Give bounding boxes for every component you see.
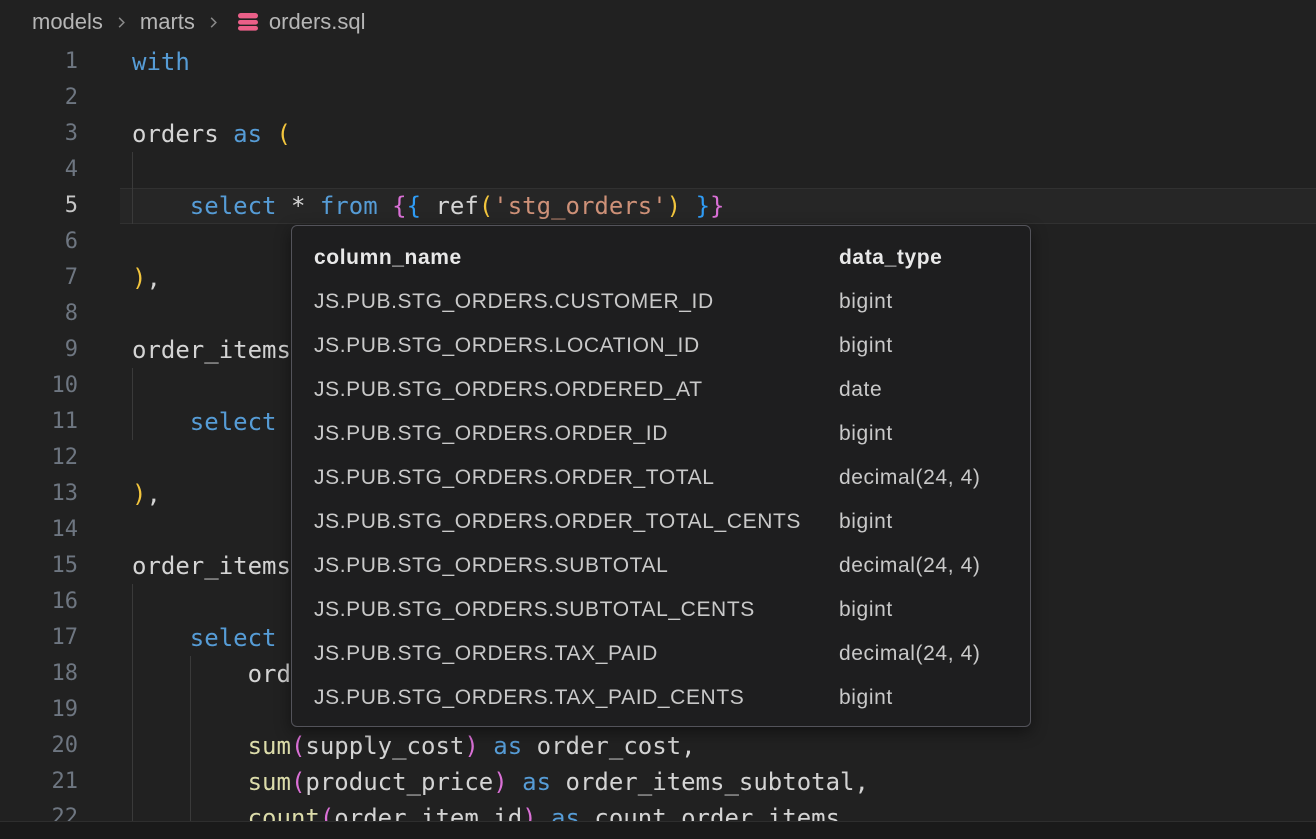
code-text[interactable]: ), [132,476,161,512]
column-info-popup: column_name data_type JS.PUB.STG_ORDERS.… [291,225,1031,727]
indent-guide [132,368,133,404]
popup-row: JS.PUB.STG_ORDERS.ORDERED_ATdate [292,368,1030,412]
code-text[interactable]: ord [132,656,291,692]
popup-row: JS.PUB.STG_ORDERS.ORDER_TOTALdecimal(24,… [292,456,1030,500]
popup-row: JS.PUB.STG_ORDERS.SUBTOTAL_CENTSbigint [292,588,1030,632]
code-text[interactable]: order_items [132,332,291,368]
popup-cell-column-name: JS.PUB.STG_ORDERS.SUBTOTAL [314,544,839,588]
popup-cell-data-type: bigint [839,500,893,544]
line-number[interactable]: 4 [0,152,78,188]
line-number[interactable]: 18 [0,656,78,692]
popup-cell-column-name: JS.PUB.STG_ORDERS.ORDER_TOTAL [314,456,839,500]
code-line[interactable]: 5 select * from {{ ref('stg_orders') }} [0,188,1316,224]
popup-cell-column-name: JS.PUB.STG_ORDERS.SUBTOTAL_CENTS [314,588,839,632]
breadcrumb-item-models[interactable]: models [32,9,103,35]
code-line[interactable]: 2 [0,80,1316,116]
popup-cell-data-type: bigint [839,412,893,456]
popup-header-column-name: column_name [314,236,839,280]
code-text[interactable]: count(order_item_id) as count_order_item… [132,800,840,821]
line-number[interactable]: 5 [0,188,78,224]
popup-cell-data-type: decimal(24, 4) [839,544,980,588]
popup-header-data-type: data_type [839,236,942,280]
popup-row: JS.PUB.STG_ORDERS.CUSTOMER_IDbigint [292,280,1030,324]
popup-row: JS.PUB.STG_ORDERS.ORDER_TOTAL_CENTSbigin… [292,500,1030,544]
code-line[interactable]: 21 sum(product_price) as order_items_sub… [0,764,1316,800]
popup-cell-data-type: bigint [839,588,893,632]
code-text[interactable]: orders as ( [132,116,291,152]
chevron-right-icon [206,15,221,30]
indent-guide [132,692,133,728]
line-number[interactable]: 22 [0,800,78,821]
popup-row: JS.PUB.STG_ORDERS.ORDER_IDbigint [292,412,1030,456]
line-number[interactable]: 14 [0,512,78,548]
indent-guide [190,692,191,728]
popup-cell-column-name: JS.PUB.STG_ORDERS.TAX_PAID [314,632,839,676]
popup-cell-data-type: date [839,368,882,412]
line-number[interactable]: 13 [0,476,78,512]
indent-guide [132,584,133,620]
breadcrumb: models marts orders.sql [0,0,1316,44]
code-text[interactable]: select [132,404,277,440]
popup-row: JS.PUB.STG_ORDERS.LOCATION_IDbigint [292,324,1030,368]
code-text[interactable]: ), [132,260,161,296]
popup-cell-column-name: JS.PUB.STG_ORDERS.ORDER_ID [314,412,839,456]
line-number[interactable]: 17 [0,620,78,656]
popup-cell-data-type: bigint [839,280,893,324]
database-file-icon [236,10,260,34]
popup-cell-data-type: bigint [839,324,893,368]
popup-header-row: column_name data_type [292,236,1030,280]
popup-cell-column-name: JS.PUB.STG_ORDERS.TAX_PAID_CENTS [314,676,839,720]
line-number[interactable]: 2 [0,80,78,116]
line-number[interactable]: 9 [0,332,78,368]
line-number[interactable]: 11 [0,404,78,440]
code-line[interactable]: 20 sum(supply_cost) as order_cost, [0,728,1316,764]
popup-cell-data-type: decimal(24, 4) [839,456,980,500]
popup-cell-column-name: JS.PUB.STG_ORDERS.LOCATION_ID [314,324,839,368]
popup-row: JS.PUB.STG_ORDERS.TAX_PAID_CENTSbigint [292,676,1030,720]
line-number[interactable]: 1 [0,44,78,80]
code-line[interactable]: 4 [0,152,1316,188]
line-number[interactable]: 15 [0,548,78,584]
line-number[interactable]: 16 [0,584,78,620]
popup-row: JS.PUB.STG_ORDERS.TAX_PAIDdecimal(24, 4) [292,632,1030,676]
popup-cell-data-type: bigint [839,676,893,720]
popup-cell-column-name: JS.PUB.STG_ORDERS.ORDER_TOTAL_CENTS [314,500,839,544]
line-number[interactable]: 10 [0,368,78,404]
code-line[interactable]: 22 count(order_item_id) as count_order_i… [0,800,1316,821]
popup-cell-column-name: JS.PUB.STG_ORDERS.ORDERED_AT [314,368,839,412]
code-text[interactable]: with [132,44,190,80]
line-number[interactable]: 3 [0,116,78,152]
line-number[interactable]: 12 [0,440,78,476]
popup-row: JS.PUB.STG_ORDERS.SUBTOTALdecimal(24, 4) [292,544,1030,588]
popup-rows: JS.PUB.STG_ORDERS.CUSTOMER_IDbigintJS.PU… [292,280,1030,720]
line-number[interactable]: 19 [0,692,78,728]
line-number[interactable]: 21 [0,764,78,800]
code-text[interactable]: order_items [132,548,291,584]
line-number[interactable]: 8 [0,296,78,332]
line-number[interactable]: 20 [0,728,78,764]
code-text[interactable]: select * from {{ ref('stg_orders') }} [132,188,724,224]
popup-cell-data-type: decimal(24, 4) [839,632,980,676]
line-number[interactable]: 6 [0,224,78,260]
code-text[interactable]: sum(supply_cost) as order_cost, [132,728,696,764]
code-text[interactable]: sum(product_price) as order_items_subtot… [132,764,869,800]
chevron-right-icon [114,15,129,30]
breadcrumb-item-file[interactable]: orders.sql [269,9,366,35]
indent-guide [132,152,133,188]
code-text[interactable]: select [132,620,277,656]
code-line[interactable]: 3 orders as ( [0,116,1316,152]
code-line[interactable]: 1 with [0,44,1316,80]
breadcrumb-item-marts[interactable]: marts [140,9,195,35]
line-number[interactable]: 7 [0,260,78,296]
bottom-panel-edge [0,821,1316,839]
popup-cell-column-name: JS.PUB.STG_ORDERS.CUSTOMER_ID [314,280,839,324]
